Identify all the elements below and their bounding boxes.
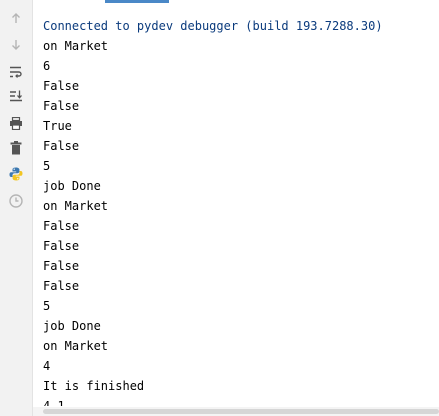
console-line: on Market: [43, 39, 109, 53]
debugger-status-line: Connected to pydev debugger (build 193.7…: [43, 19, 383, 33]
console-line: It is finished: [43, 379, 145, 393]
console-output[interactable]: Connected to pydev debugger (build 193.7…: [43, 16, 435, 406]
console-line: job Done: [43, 179, 101, 193]
console-line: False: [43, 259, 80, 273]
console-line: True: [43, 119, 72, 133]
console-line: 6: [43, 59, 51, 73]
console-line: False: [43, 79, 80, 93]
scroll-to-end-icon[interactable]: [8, 88, 24, 104]
scrollbar-thumb[interactable]: [43, 409, 439, 414]
console-line: 5: [43, 299, 51, 313]
active-tab-indicator: [105, 0, 169, 3]
console-line: False: [43, 99, 80, 113]
console-line: 4-1: [43, 399, 65, 406]
console-line: job Done: [43, 319, 101, 333]
console-line: on Market: [43, 339, 109, 353]
console-line: False: [43, 219, 80, 233]
horizontal-scrollbar[interactable]: [33, 407, 439, 416]
console-line: on Market: [43, 199, 109, 213]
trash-icon[interactable]: [8, 140, 24, 156]
run-console-window: Connected to pydev debugger (build 193.7…: [0, 0, 439, 416]
console-line: False: [43, 139, 80, 153]
soft-wrap-icon[interactable]: [8, 64, 24, 80]
console-line: False: [43, 239, 80, 253]
console-line: 4: [43, 359, 51, 373]
python-console-icon[interactable]: [8, 166, 24, 182]
scroll-up-icon[interactable]: [8, 10, 24, 26]
print-icon[interactable]: [8, 115, 24, 131]
scroll-down-icon[interactable]: [8, 37, 24, 53]
console-line: False: [43, 279, 80, 293]
console-line: 5: [43, 159, 51, 173]
console-toolbar: [0, 0, 33, 416]
history-icon[interactable]: [8, 193, 24, 209]
